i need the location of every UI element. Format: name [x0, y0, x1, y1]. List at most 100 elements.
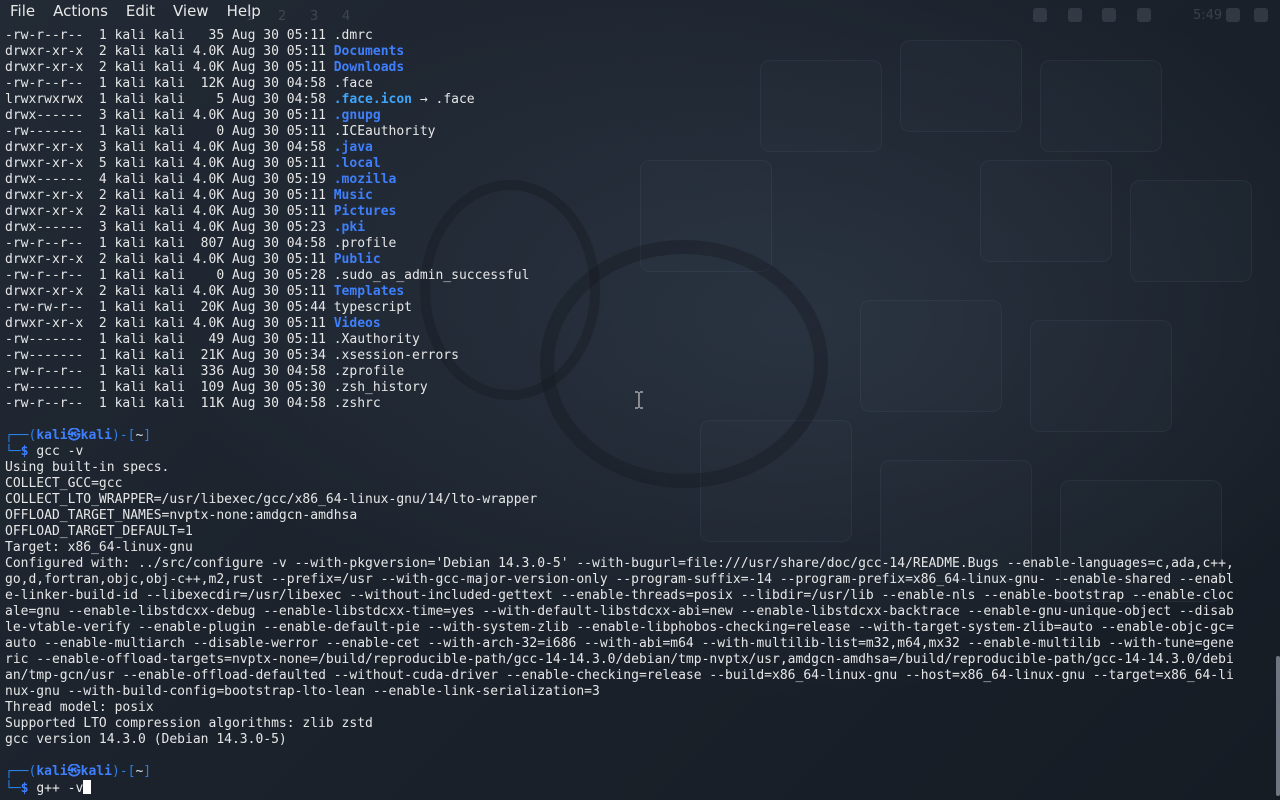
listing-row: drwxr-xr-x 2 kali kali 4.0K Aug 30 05:11… — [5, 204, 1267, 220]
listing-row: -rw-r--r-- 1 kali kali 336 Aug 30 04:58 … — [5, 364, 1267, 380]
listing-meta: drwxr-xr-x 2 kali kali 4.0K Aug 30 05:11 — [5, 60, 334, 75]
listing-name: .zshrc — [333, 396, 381, 411]
listing-name: .zprofile — [333, 364, 405, 379]
listing-row: -rw-r--r-- 1 kali kali 35 Aug 30 05:11 .… — [5, 28, 1267, 44]
menu-help[interactable]: Help — [218, 2, 270, 20]
output-text: ric --enable-offload-targets=nvptx-none=… — [5, 652, 1234, 667]
prompt-frame: ┌──( — [5, 428, 37, 443]
listing-name: .local — [333, 156, 381, 171]
listing-row: -rw-r--r-- 1 kali kali 0 Aug 30 05:28 .s… — [5, 268, 1267, 284]
listing-meta: drwxr-xr-x 2 kali kali 4.0K Aug 30 05:11 — [5, 316, 334, 331]
output-text: nux-gnu --with-build-config=bootstrap-lt… — [5, 684, 600, 699]
link-arrow: → — [412, 92, 436, 107]
prompt-user: kali — [36, 428, 68, 443]
listing-row: drwxr-xr-x 2 kali kali 4.0K Aug 30 05:11… — [5, 252, 1267, 268]
output-text: Target: x86_64-linux-gnu — [5, 540, 193, 555]
command-text: g++ -v — [36, 781, 84, 796]
listing-row: drwxr-xr-x 2 kali kali 4.0K Aug 30 05:11… — [5, 44, 1267, 60]
listing-meta: -rw-rw-r-- 1 kali kali 20K Aug 30 05:44 — [5, 300, 334, 315]
listing-row: drwx------ 4 kali kali 4.0K Aug 30 05:19… — [5, 172, 1267, 188]
listing-row: drwxr-xr-x 2 kali kali 4.0K Aug 30 05:11… — [5, 284, 1267, 300]
output-text: e-linker-build-id --libexecdir=/usr/libe… — [5, 588, 1234, 603]
listing-name: .Xauthority — [333, 332, 420, 347]
output-text: ale=gnu --enable-libstdcxx-debug --enabl… — [5, 604, 1234, 619]
prompt-frame: )-[ — [111, 764, 136, 779]
menu-actions[interactable]: Actions — [44, 2, 117, 20]
output-line: COLLECT_LTO_WRAPPER=/usr/libexec/gcc/x86… — [5, 492, 1267, 508]
output-line: le-vtable-verify --enable-plugin --enabl… — [5, 620, 1267, 636]
output-text: OFFLOAD_TARGET_DEFAULT=1 — [5, 524, 193, 539]
output-line: gcc version 14.3.0 (Debian 14.3.0-5) — [5, 732, 1267, 748]
prompt-line: ┌──(kali㉿kali)-[~] — [5, 428, 1267, 444]
listing-row: drwxr-xr-x 5 kali kali 4.0K Aug 30 05:11… — [5, 156, 1267, 172]
listing-meta: -rw-r--r-- 1 kali kali 336 Aug 30 04:58 — [5, 364, 334, 379]
output-text: an/tmp-gcn/usr --enable-offload-defaulte… — [5, 668, 1234, 683]
listing-row: drwx------ 3 kali kali 4.0K Aug 30 05:23… — [5, 220, 1267, 236]
prompt-at: ㉿ — [67, 428, 81, 443]
listing-meta: drwx------ 3 kali kali 4.0K Aug 30 05:11 — [5, 108, 334, 123]
listing-name: Templates — [333, 284, 405, 299]
prompt-frame: ┌──( — [5, 764, 37, 779]
terminal-cursor — [83, 780, 92, 794]
listing-meta: drwxr-xr-x 2 kali kali 4.0K Aug 30 05:11 — [5, 44, 334, 59]
listing-name: Public — [333, 252, 381, 267]
menu-edit[interactable]: Edit — [117, 2, 164, 20]
listing-name: .profile — [333, 236, 397, 251]
terminal-menu-bar: File Actions Edit View Help — [0, 0, 1280, 22]
listing-meta: drwx------ 3 kali kali 4.0K Aug 30 05:23 — [5, 220, 334, 235]
listing-name: Videos — [333, 316, 381, 331]
listing-name: .xsession-errors — [333, 348, 459, 363]
prompt-host: kali — [80, 764, 112, 779]
output-line: an/tmp-gcn/usr --enable-offload-defaulte… — [5, 668, 1267, 684]
listing-name: .sudo_as_admin_successful — [333, 268, 530, 283]
link-target: .face — [435, 92, 475, 107]
output-line: e-linker-build-id --libexecdir=/usr/libe… — [5, 588, 1267, 604]
listing-meta: drwxr-xr-x 2 kali kali 4.0K Aug 30 05:11 — [5, 252, 334, 267]
menu-view[interactable]: View — [164, 2, 218, 20]
output-line: Configured with: ../src/configure -v --w… — [5, 556, 1267, 572]
menu-file[interactable]: File — [0, 2, 44, 20]
listing-name: .gnupg — [333, 108, 381, 123]
output-line: Thread model: posix — [5, 700, 1267, 716]
listing-row: drwxr-xr-x 2 kali kali 4.0K Aug 30 05:11… — [5, 60, 1267, 76]
listing-row: -rw------- 1 kali kali 21K Aug 30 05:34 … — [5, 348, 1267, 364]
output-text: OFFLOAD_TARGET_NAMES=nvptx-none:amdgcn-a… — [5, 508, 358, 523]
listing-meta: drwx------ 4 kali kali 4.0K Aug 30 05:19 — [5, 172, 334, 187]
prompt-frame: )-[ — [111, 428, 136, 443]
prompt-line: ┌──(kali㉿kali)-[~] — [5, 764, 1267, 780]
listing-meta: lrwxrwxrwx 1 kali kali 5 Aug 30 04:58 — [5, 92, 334, 107]
listing-row: drwxr-xr-x 2 kali kali 4.0K Aug 30 05:11… — [5, 316, 1267, 332]
listing-meta: drwxr-xr-x 5 kali kali 4.0K Aug 30 05:11 — [5, 156, 334, 171]
output-line: go,d,fortran,objc,obj-c++,m2,rust --pref… — [5, 572, 1267, 588]
listing-meta: drwxr-xr-x 3 kali kali 4.0K Aug 30 04:58 — [5, 140, 334, 155]
output-line: Using built-in specs. — [5, 460, 1267, 476]
listing-meta: -rw------- 1 kali kali 49 Aug 30 05:11 — [5, 332, 334, 347]
prompt-frame: └─ — [5, 444, 21, 459]
output-text: auto --enable-multiarch --disable-werror… — [5, 636, 1234, 651]
listing-row: -rw------- 1 kali kali 49 Aug 30 05:11 .… — [5, 332, 1267, 348]
listing-name: typescript — [333, 300, 413, 315]
listing-meta: drwxr-xr-x 2 kali kali 4.0K Aug 30 05:11 — [5, 204, 334, 219]
output-text: gcc version 14.3.0 (Debian 14.3.0-5) — [5, 732, 287, 747]
text-cursor-icon — [635, 391, 643, 409]
listing-meta: -rw------- 1 kali kali 0 Aug 30 05:11 — [5, 124, 334, 139]
prompt-user: kali — [36, 764, 68, 779]
listing-meta: -rw------- 1 kali kali 109 Aug 30 05:30 — [5, 380, 334, 395]
terminal-scrollbar[interactable] — [1276, 656, 1280, 796]
listing-name: .ICEauthority — [333, 124, 436, 139]
output-line: COLLECT_GCC=gcc — [5, 476, 1267, 492]
output-line: Supported LTO compression algorithms: zl… — [5, 716, 1267, 732]
terminal-output[interactable]: -rw-r--r-- 1 kali kali 35 Aug 30 05:11 .… — [5, 28, 1267, 796]
output-text: COLLECT_GCC=gcc — [5, 476, 123, 491]
listing-name: Downloads — [333, 60, 405, 75]
listing-row: -rw-rw-r-- 1 kali kali 20K Aug 30 05:44 … — [5, 300, 1267, 316]
prompt-frame: ] — [143, 428, 152, 443]
prompt-at: ㉿ — [67, 764, 81, 779]
listing-meta: -rw-r--r-- 1 kali kali 11K Aug 30 04:58 — [5, 396, 334, 411]
prompt-frame: ] — [143, 764, 152, 779]
output-text: go,d,fortran,objc,obj-c++,m2,rust --pref… — [5, 572, 1234, 587]
listing-meta: -rw-r--r-- 1 kali kali 807 Aug 30 04:58 — [5, 236, 334, 251]
listing-row: lrwxrwxrwx 1 kali kali 5 Aug 30 04:58 .f… — [5, 92, 1267, 108]
listing-row: -rw------- 1 kali kali 0 Aug 30 05:11 .I… — [5, 124, 1267, 140]
prompt-host: kali — [80, 428, 112, 443]
